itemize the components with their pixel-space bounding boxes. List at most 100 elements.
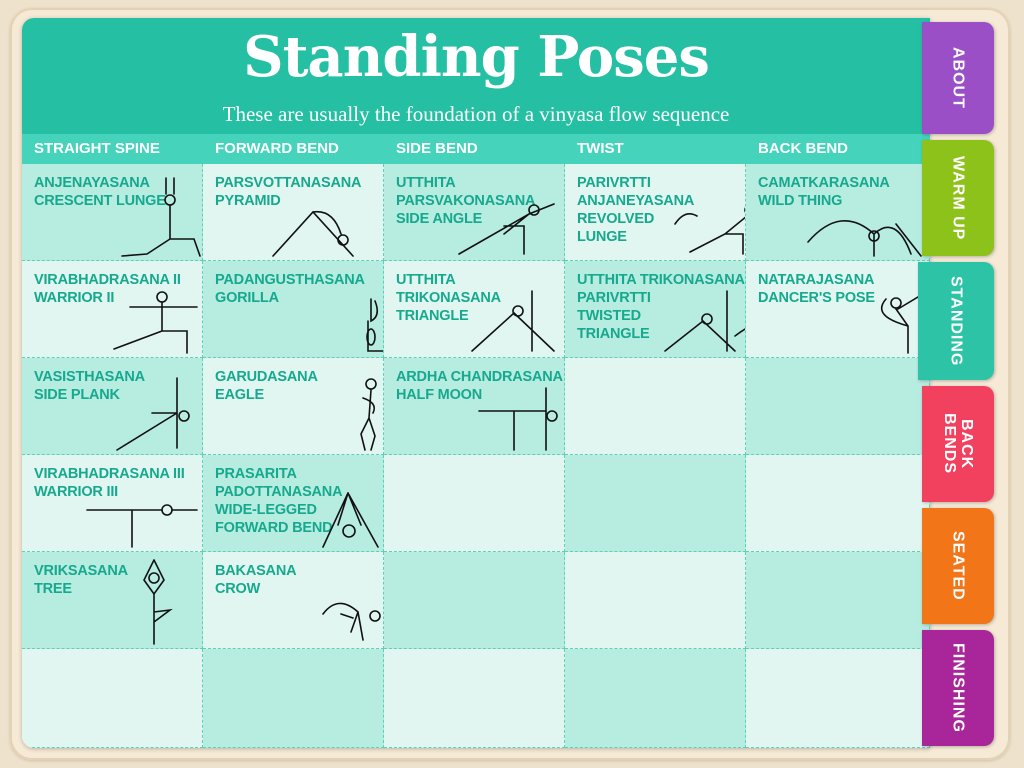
pose-english-name-2: FORWARD BEND — [215, 520, 333, 536]
pose-card-empty — [384, 649, 565, 748]
column-header-straight-spine: STRAIGHT SPINE — [22, 134, 203, 164]
pose-english-name: TRIANGLE — [396, 308, 469, 324]
pose-english-name: PYRAMID — [215, 193, 281, 209]
pose-english-name-2: LUNGE — [577, 229, 627, 245]
pose-card-vasisthasana[interactable]: VASISTHASANA SIDE PLANK — [22, 358, 203, 455]
pose-label: UTTHITA TRIKONASANA TRIANGLE — [396, 271, 556, 325]
column-header-side-bend: SIDE BEND — [384, 134, 565, 164]
pose-card-natarajasana[interactable]: NATARAJASANA DANCER'S POSE — [746, 261, 930, 358]
pose-card-empty — [565, 552, 746, 649]
tab-label: BACK BENDS — [941, 413, 975, 475]
tab-standing[interactable]: STANDING — [918, 262, 994, 380]
pose-card-empty — [746, 649, 930, 748]
pose-label: VRIKSASANA TREE — [34, 562, 194, 598]
pose-card-empty — [384, 552, 565, 649]
pose-card-warrior-2[interactable]: VIRABHADRASANA II WARRIOR II — [22, 261, 203, 358]
pose-label: GARUDASANA EAGLE — [215, 368, 375, 404]
tab-about[interactable]: ABOUT — [922, 22, 994, 134]
pose-sanskrit-name: NATARAJASANA — [758, 272, 875, 288]
pose-card-revolved-lunge[interactable]: PARIVRTTI ANJANEYASANA REVOLVED LUNGE — [565, 164, 746, 261]
pose-sanskrit-name: BAKASANA — [215, 563, 297, 579]
page-title: Standing Poses — [243, 24, 710, 90]
column-header-back-bend: BACK BEND — [746, 134, 930, 164]
pose-english-name: SIDE PLANK — [34, 387, 120, 403]
pose-english-name: TREE — [34, 581, 72, 597]
page-subtitle: These are usually the foundation of a vi… — [222, 102, 730, 126]
pose-label: PARIVRTTI ANJANEYASANA REVOLVED LUNGE — [577, 174, 737, 246]
pose-card-empty — [746, 455, 930, 552]
pose-card-padangusthasana[interactable]: PADANGUSTHASANA GORILLA — [203, 261, 384, 358]
pose-card-twisted-triangle[interactable]: UTTHITA TRIKONASANA PARIVRTTI TWISTED TR… — [565, 261, 746, 358]
pose-english-name: HALF MOON — [396, 387, 482, 403]
pose-label: VIRABHADRASANA II WARRIOR II — [34, 271, 194, 307]
pose-card-half-moon[interactable]: ARDHA CHANDRASANA HALF MOON — [384, 358, 565, 455]
tab-label: STANDING — [947, 275, 965, 367]
pose-label: BAKASANA CROW — [215, 562, 375, 598]
pose-sanskrit-name: VASISTHASANA — [34, 369, 145, 385]
pose-sanskrit-name: VIRABHADRASANA III — [34, 466, 185, 482]
pose-english-name: DANCER'S POSE — [758, 290, 875, 306]
pose-english-name-2: TRIANGLE — [577, 326, 650, 342]
pose-english-name: WILD THING — [758, 193, 843, 209]
pose-sanskrit-name: PRASARITA — [215, 466, 297, 482]
tab-seated[interactable]: SEATED — [922, 508, 994, 624]
pose-card-empty — [384, 455, 565, 552]
pose-sanskrit-name: GARUDASANA — [215, 369, 318, 385]
pose-card-garudasana[interactable]: GARUDASANA EAGLE — [203, 358, 384, 455]
tab-label: FINISHING — [949, 643, 967, 733]
pose-english-name: GORILLA — [215, 290, 279, 306]
pose-grid: ANJENAYASANA CRESCENT LUNGE PARSVOTTANAS… — [22, 164, 930, 748]
pose-sanskrit-name: PARIVRTTI — [577, 175, 651, 191]
tab-label: SEATED — [949, 531, 967, 601]
pose-label: UTTHITA PARSVAKONASANA SIDE ANGLE — [396, 174, 556, 228]
page-header: Standing Poses These are usually the fou… — [22, 18, 930, 134]
pose-english-name: WARRIOR II — [34, 290, 115, 306]
pose-card-triangle[interactable]: UTTHITA TRIKONASANA TRIANGLE — [384, 261, 565, 358]
pose-card-tree[interactable]: VRIKSASANA TREE — [22, 552, 203, 649]
pose-card-empty — [565, 455, 746, 552]
pose-sanskrit-name: UTTHITA — [396, 175, 456, 191]
pose-card-parsvottanasana[interactable]: PARSVOTTANASANA PYRAMID — [203, 164, 384, 261]
pose-card-wide-legged-forward-bend[interactable]: PRASARITA PADOTTANASANA WIDE-LEGGED FORW… — [203, 455, 384, 552]
pose-card-empty — [22, 649, 203, 748]
pose-card-parsvakonasana[interactable]: UTTHITA PARSVAKONASANA SIDE ANGLE — [384, 164, 565, 261]
pose-sanskrit-name: CAMATKARASANA — [758, 175, 890, 191]
column-header-twist: TWIST — [565, 134, 746, 164]
tab-label: ABOUT — [949, 47, 967, 109]
pose-sanskrit-name: ANJENAYASANA — [34, 175, 150, 191]
pose-sanskrit-name-2: PARSVAKONASANA — [396, 193, 536, 209]
pose-card-empty — [203, 649, 384, 748]
pose-card-camatkarasana[interactable]: CAMATKARASANA WILD THING — [746, 164, 930, 261]
pose-sanskrit-name-2: PADOTTANASANA — [215, 484, 343, 500]
pose-card-anjenayasana[interactable]: ANJENAYASANA CRESCENT LUNGE — [22, 164, 203, 261]
pose-english-name: WARRIOR III — [34, 484, 118, 500]
pose-english-name: SIDE ANGLE — [396, 211, 483, 227]
pose-english-name: WIDE-LEGGED — [215, 502, 317, 518]
tab-warm-up[interactable]: WARM UP — [922, 140, 994, 256]
pose-card-empty — [565, 358, 746, 455]
pose-english-name: EAGLE — [215, 387, 264, 403]
pose-english-name: CRESCENT LUNGE — [34, 193, 166, 209]
pose-label: VIRABHADRASANA III WARRIOR III — [34, 465, 194, 501]
pose-sanskrit-name-2: PARIVRTTI — [577, 290, 651, 306]
column-header-forward-bend: FORWARD BEND — [203, 134, 384, 164]
pose-card-warrior-3[interactable]: VIRABHADRASANA III WARRIOR III — [22, 455, 203, 552]
pose-label: UTTHITA TRIKONASANA PARIVRTTI TWISTED TR… — [577, 271, 745, 343]
tab-finishing[interactable]: FINISHING — [922, 630, 994, 746]
pose-english-name: CROW — [215, 581, 261, 597]
pose-sanskrit-name-2: TRIKONASANA — [396, 290, 501, 306]
pose-english-name: TWISTED — [577, 308, 641, 324]
tab-back-bends[interactable]: BACK BENDS — [922, 386, 994, 502]
pose-label: PRASARITA PADOTTANASANA WIDE-LEGGED FORW… — [215, 465, 375, 537]
pose-label: ANJENAYASANA CRESCENT LUNGE — [34, 174, 194, 210]
tab-label: WARM UP — [949, 155, 967, 241]
pose-sanskrit-name: PARSVOTTANASANA — [215, 175, 362, 191]
pose-sanskrit-name: UTTHITA TRIKONASANA — [577, 272, 745, 288]
pose-sanskrit-name: VIRABHADRASANA II — [34, 272, 181, 288]
pose-sanskrit-name-2: ANJANEYASANA — [577, 193, 695, 209]
pose-label: ARDHA CHANDRASANA HALF MOON — [396, 368, 563, 404]
pose-label: NATARAJASANA DANCER'S POSE — [758, 271, 918, 307]
standing-poses-page: Standing Poses These are usually the fou… — [22, 18, 930, 748]
pose-card-empty — [746, 552, 930, 649]
pose-card-crow[interactable]: BAKASANA CROW — [203, 552, 384, 649]
